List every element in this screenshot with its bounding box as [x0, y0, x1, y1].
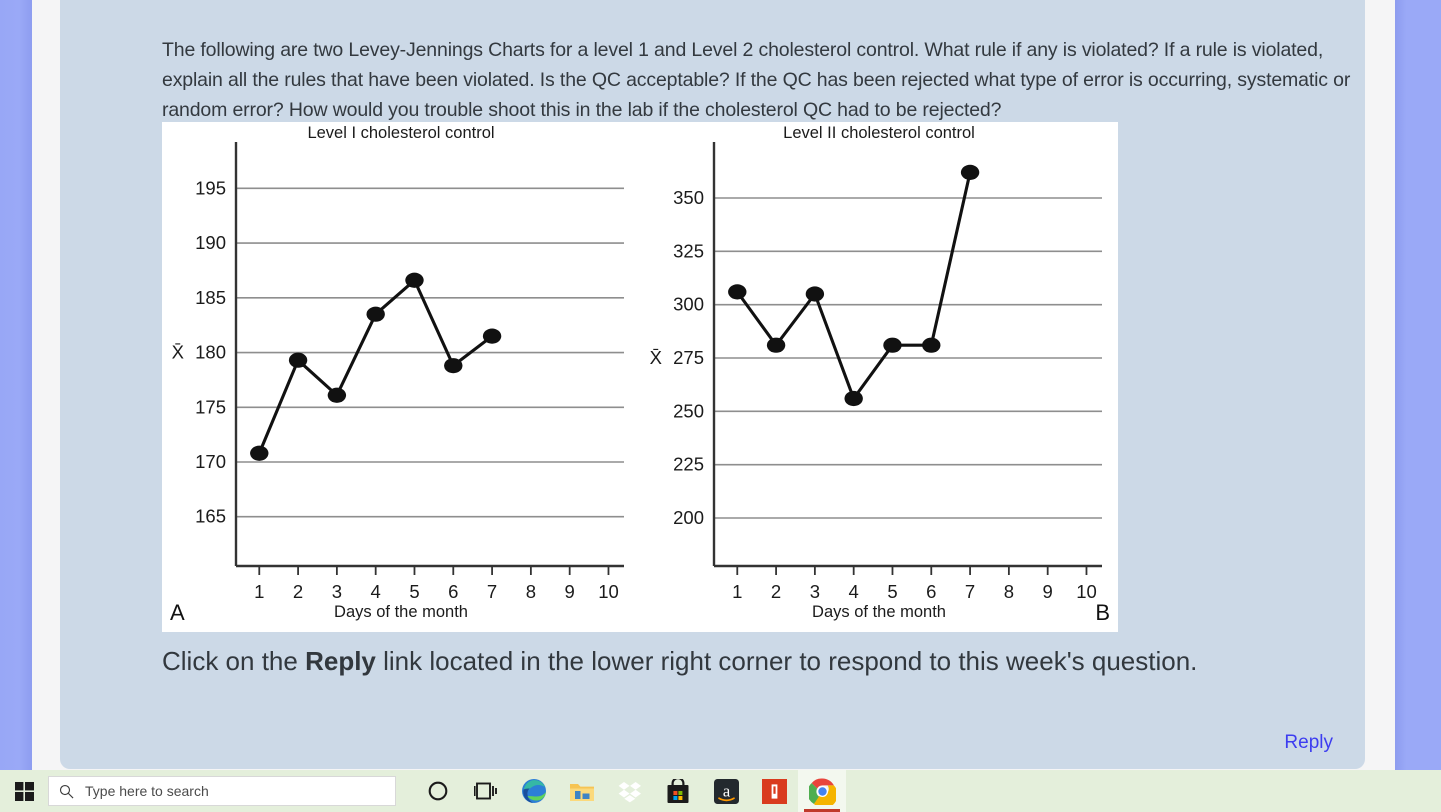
start-button[interactable]: [0, 770, 48, 812]
cortana-icon[interactable]: [414, 770, 462, 812]
kindle-book-icon: [761, 778, 787, 804]
svg-text:1: 1: [732, 581, 742, 602]
amazon-logo-icon: a: [713, 778, 739, 804]
chart-panel-b: Level II cholesterol control 200 225 250 27…: [640, 122, 1118, 632]
svg-text:5: 5: [887, 581, 897, 602]
edge-logo-icon: [522, 779, 546, 803]
windows-taskbar: Type here to search a: [0, 770, 1441, 812]
svg-text:X̄: X̄: [650, 347, 662, 368]
svg-text:175: 175: [195, 396, 226, 417]
svg-text:a: a: [722, 781, 730, 800]
svg-text:5: 5: [409, 581, 419, 602]
cortana-ring-icon: [428, 781, 448, 801]
svg-text:165: 165: [195, 506, 226, 527]
svg-text:325: 325: [673, 240, 704, 261]
chrome-logo-icon: [808, 777, 836, 805]
svg-text:170: 170: [195, 451, 226, 472]
svg-text:7: 7: [965, 581, 975, 602]
svg-text:10: 10: [1076, 581, 1097, 602]
svg-text:275: 275: [673, 347, 704, 368]
svg-text:225: 225: [673, 454, 704, 475]
svg-text:6: 6: [448, 581, 458, 602]
chart-b-plot: 200 225 250 275 X̄ 300 325 350 1 2 3 4 5 6 7 8 9 10: [650, 142, 1102, 602]
store-bag-icon: [667, 778, 689, 803]
chart-a-panel-letter: A: [170, 600, 185, 625]
svg-text:190: 190: [195, 232, 226, 253]
page-left-gutter: [32, 0, 60, 770]
page-left-band: [0, 0, 32, 770]
chart-b-xaxis-label: Days of the month: [812, 603, 946, 621]
search-input[interactable]: Type here to search: [48, 776, 396, 806]
microsoft-store-icon[interactable]: [654, 770, 702, 812]
folder-icon: [570, 783, 594, 801]
svg-text:X̄: X̄: [172, 342, 184, 363]
reply-link[interactable]: Reply: [1284, 732, 1333, 754]
svg-text:185: 185: [195, 287, 226, 308]
chart-panel-a: Level I cholesterol control 165 170 175 180…: [162, 122, 640, 632]
page-right-band: [1395, 0, 1441, 770]
windows-logo-icon: [14, 781, 34, 801]
svg-text:4: 4: [849, 581, 859, 602]
svg-text:8: 8: [1004, 581, 1014, 602]
svg-text:7: 7: [487, 581, 497, 602]
task-view-glyph-icon: [474, 782, 497, 800]
svg-text:195: 195: [195, 177, 226, 198]
closing-text-bold: Reply: [305, 646, 376, 676]
svg-text:6: 6: [926, 581, 936, 602]
task-view-icon[interactable]: [462, 770, 510, 812]
svg-text:300: 300: [673, 294, 704, 315]
svg-text:3: 3: [332, 581, 342, 602]
kindle-icon[interactable]: [750, 770, 798, 812]
svg-text:2: 2: [771, 581, 781, 602]
svg-text:250: 250: [673, 400, 704, 421]
dropbox-icon[interactable]: [606, 770, 654, 812]
chart-b-panel-letter: B: [1095, 600, 1110, 625]
microsoft-edge-icon[interactable]: [510, 770, 558, 812]
search-placeholder-text: Type here to search: [85, 783, 209, 799]
question-prompt-text: The following are two Levey-Jennings Cha…: [162, 38, 1351, 121]
svg-text:180: 180: [195, 342, 226, 363]
svg-text:4: 4: [371, 581, 381, 602]
search-icon: [59, 784, 74, 798]
file-explorer-icon[interactable]: [558, 770, 606, 812]
svg-text:3: 3: [810, 581, 820, 602]
closing-text-after: link located in the lower right corner t…: [375, 646, 1198, 676]
discussion-post-card: The following are two Levey-Jennings Cha…: [60, 0, 1365, 769]
google-chrome-icon[interactable]: [798, 770, 846, 812]
svg-text:9: 9: [1043, 581, 1053, 602]
svg-text:10: 10: [598, 581, 619, 602]
svg-text:8: 8: [526, 581, 536, 602]
dropbox-logo-icon: [618, 781, 641, 802]
amazon-icon[interactable]: a: [702, 770, 750, 812]
svg-text:200: 200: [673, 507, 704, 528]
svg-text:9: 9: [565, 581, 575, 602]
levey-jennings-figure: Level I cholesterol control 165 170 175 180…: [162, 122, 1118, 632]
chart-a-xaxis-label: Days of the month: [334, 603, 468, 621]
closing-instruction-text: Click on the Reply link located in the l…: [162, 645, 1312, 678]
closing-text-before: Click on the: [162, 646, 306, 676]
svg-text:350: 350: [673, 187, 704, 208]
chart-a-plot: 165 170 175 180 X̄ 185 190 195 1 2 3 4 5 6 7 8 9 10: [172, 142, 624, 602]
screen: The following are two Levey-Jennings Cha…: [0, 0, 1441, 812]
svg-text:2: 2: [293, 581, 303, 602]
svg-text:1: 1: [254, 581, 264, 602]
